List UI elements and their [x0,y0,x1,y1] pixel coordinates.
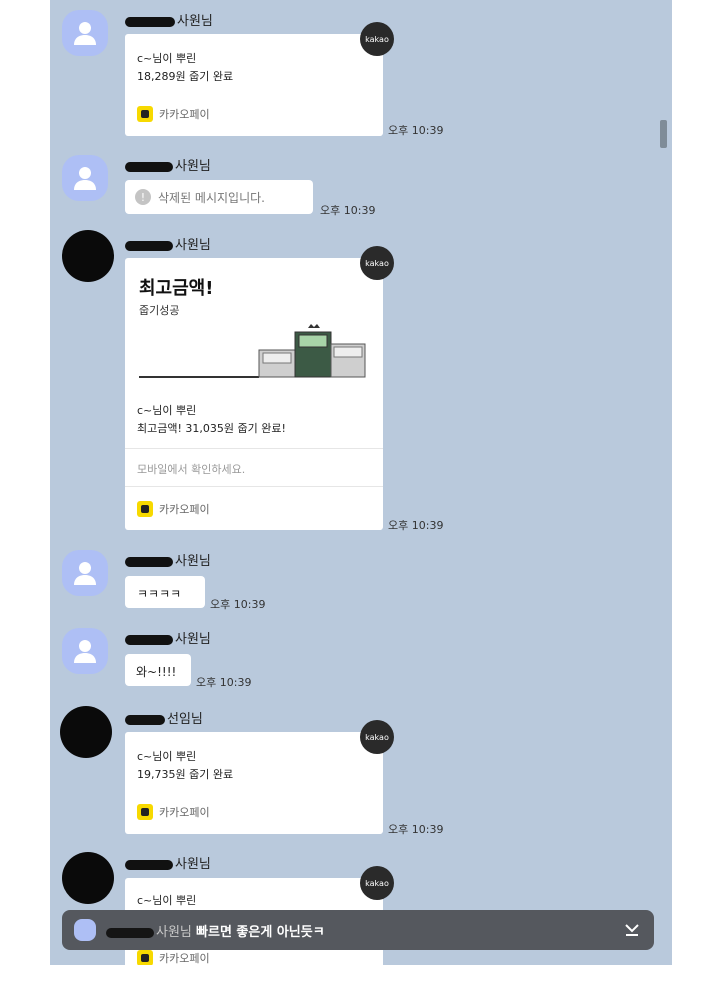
kakaopay-label: 카카오페이 [159,108,210,121]
chat-room: 사원님 c~님이 뿌린 18,289원 줍기 완료 카카오페이 kakao 오후… [50,0,672,965]
kakaopay-icon [137,804,153,820]
sender-suffix: 사원님 [175,238,211,253]
card-line1: c~님이 뿌린 [137,894,197,907]
message-time: 오후 10:39 [210,598,266,611]
deleted-message-bubble[interactable]: ! 삭제된 메시지입니다. [125,180,313,214]
sender-suffix: 사원님 [177,14,213,29]
card-sub: 줍기성공 [139,304,180,317]
avatar-profile-photo[interactable] [62,852,114,904]
kakaopay-row: 카카오페이 [137,804,210,820]
sender-name: 선임님 [125,708,203,727]
card-line2: 18,289원 줍기 완료 [137,70,234,83]
warning-icon: ! [135,189,151,205]
message-time: 오후 10:39 [320,204,376,217]
avatar[interactable] [62,550,108,596]
sender-suffix: 사원님 [175,632,211,647]
card-line1: c~님이 뿌린 [137,404,197,417]
mobile-notice: 모바일에서 확인하세요. [137,463,246,476]
card-line2: 19,735원 줍기 완료 [137,768,234,781]
sender-suffix: 사원님 [175,857,211,872]
person-icon [74,167,96,190]
person-icon [74,562,96,585]
avatar[interactable] [62,628,108,674]
kakaopay-row: 카카오페이 [137,950,210,965]
avatar-profile-photo[interactable] [60,706,112,758]
kakaopay-icon [137,501,153,517]
message-time: 오후 10:39 [196,676,252,689]
sender-name: 사원님 [125,155,211,174]
sender-suffix: 선임님 [167,712,203,727]
scrollbar-thumb[interactable] [660,120,667,148]
kakaopay-label: 카카오페이 [159,503,210,516]
card-headline: 최고금액! [139,278,214,299]
kakao-badge: kakao [360,866,394,900]
card-line1: c~님이 뿌린 [137,52,197,65]
kakaopay-row: 카카오페이 [137,106,210,122]
podium-illustration [139,324,366,378]
sender-name: 사원님 [125,550,211,569]
person-icon [74,22,96,45]
card-line2: 최고금액! 31,035원 줍기 완료! [137,422,286,435]
kakaopay-icon [137,950,153,965]
message-time: 오후 10:39 [388,519,444,532]
kakaopay-icon [137,106,153,122]
kakaopay-row: 카카오페이 [137,501,210,517]
deleted-text: 삭제된 메시지입니다. [158,190,265,205]
preview-sender: 사원님 [156,925,192,940]
avatar[interactable] [62,155,108,201]
preview-text: 사원님 빠르면 좋은게 아닌듯ㅋ [106,921,325,940]
sender-name: 사원님 [125,10,213,29]
kakao-badge: kakao [360,246,394,280]
kakaopay-best-card[interactable]: 최고금액! 줍기성공 c~님이 뿌린 최고금액! 31,035원 줍기 완료! … [125,258,383,530]
person-icon [74,640,96,663]
preview-message: 빠르면 좋은게 아닌듯ㅋ [196,925,325,940]
kakaopay-card[interactable]: c~님이 뿌린 19,735원 줍기 완료 카카오페이 [125,732,383,834]
kakaopay-label: 카카오페이 [159,952,210,965]
sender-name: 사원님 [125,853,211,872]
avatar [74,919,96,941]
new-message-preview-bar[interactable]: 사원님 빠르면 좋은게 아닌듯ㅋ [62,910,654,950]
card-divider [125,486,383,487]
kakao-badge: kakao [360,22,394,56]
message-bubble[interactable]: 와~!!!! [125,654,191,686]
kakaopay-card[interactable]: c~님이 뿌린 18,289원 줍기 완료 카카오페이 [125,34,383,136]
scroll-to-bottom-icon[interactable] [624,922,640,938]
card-line1: c~님이 뿌린 [137,750,197,763]
card-divider [125,448,383,449]
sender-name: 사원님 [125,234,211,253]
sender-suffix: 사원님 [175,159,211,174]
sender-suffix: 사원님 [175,554,211,569]
avatar-profile-photo[interactable] [62,230,114,282]
avatar[interactable] [62,10,108,56]
message-time: 오후 10:39 [388,823,444,836]
message-bubble[interactable]: ㅋㅋㅋㅋ [125,576,205,608]
kakaopay-label: 카카오페이 [159,806,210,819]
message-time: 오후 10:39 [388,124,444,137]
kakao-badge: kakao [360,720,394,754]
sender-name: 사원님 [125,628,211,647]
